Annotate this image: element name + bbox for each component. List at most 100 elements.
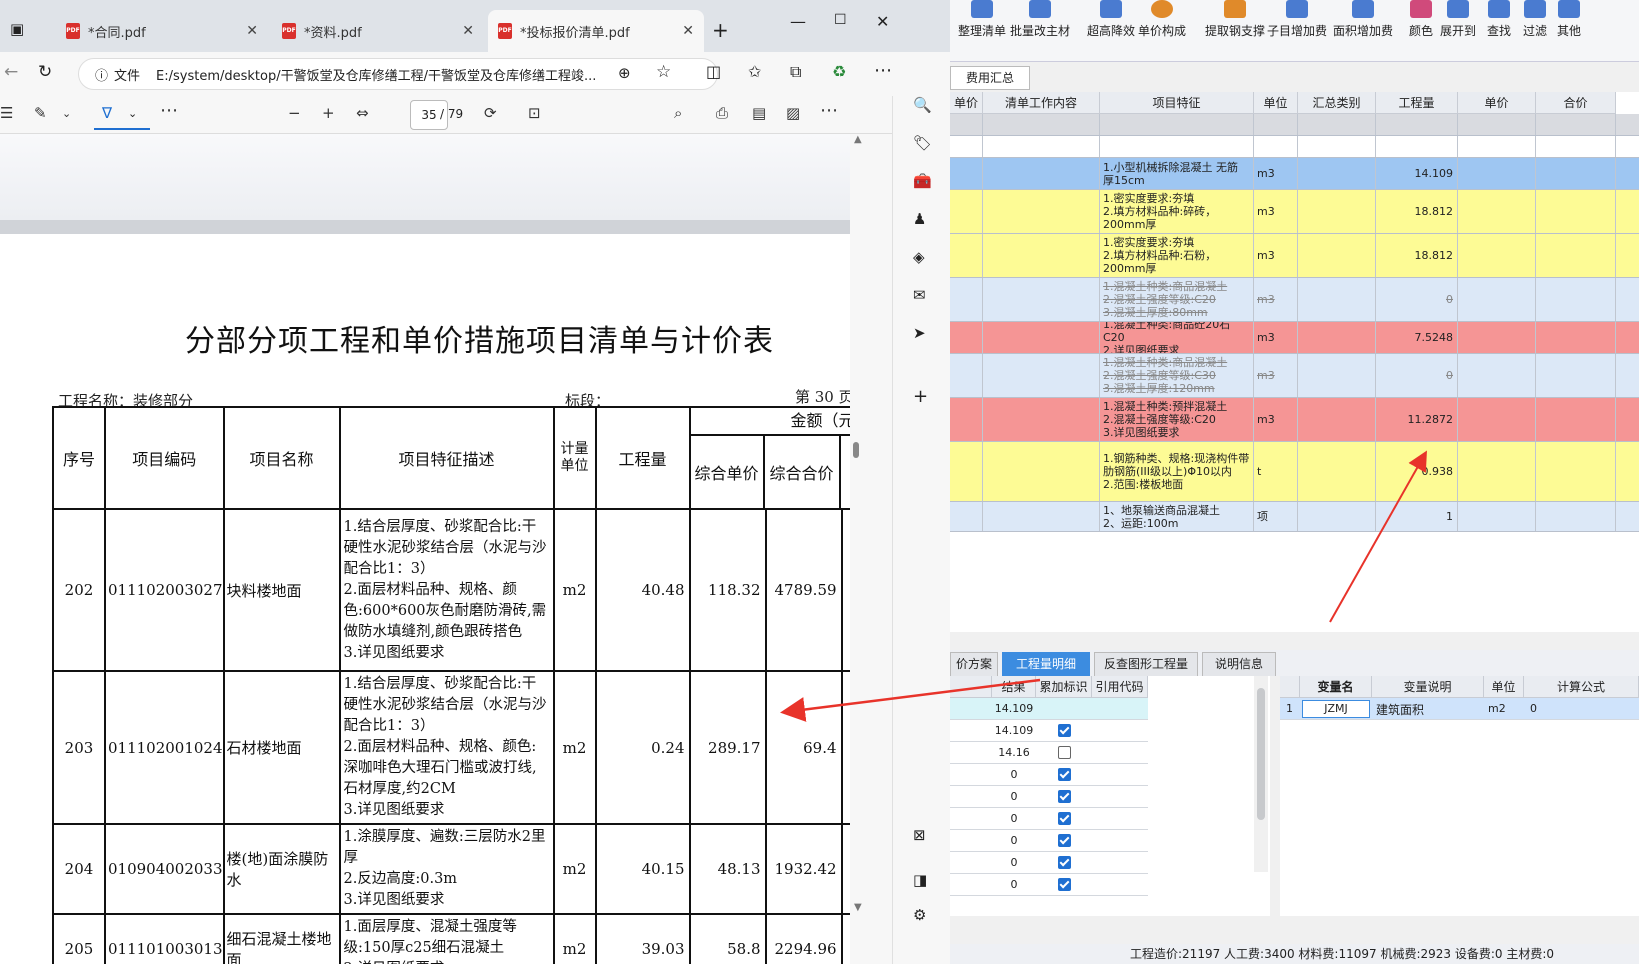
- grid-cell-qty[interactable]: 0: [1376, 354, 1458, 397]
- grid-row[interactable]: 1.密实度要求:夯填 2.填方材料品种:碎砖，200mm厚 m3 18.812: [950, 190, 1639, 234]
- favorite-star-icon[interactable]: ☆: [656, 62, 671, 82]
- refresh-icon[interactable]: ↻: [38, 62, 52, 82]
- grid-cell[interactable]: [1536, 136, 1616, 157]
- grid-cell[interactable]: [950, 502, 983, 531]
- grid-cell[interactable]: [1458, 234, 1536, 277]
- grid-cell[interactable]: [1536, 502, 1616, 531]
- grid-header[interactable]: 清单工作内容: [983, 92, 1100, 114]
- grid-cell[interactable]: [1536, 442, 1616, 501]
- grid-header[interactable]: 工程量: [1376, 92, 1458, 114]
- grid-cell[interactable]: [950, 158, 983, 189]
- grid-cell-qty[interactable]: 7.5248: [1376, 322, 1458, 353]
- print-icon[interactable]: ⎙: [716, 104, 728, 122]
- grid-header[interactable]: 项目特征: [1100, 92, 1254, 114]
- maximize-icon[interactable]: ☐: [834, 12, 847, 28]
- detail-row[interactable]: 0: [950, 808, 1148, 830]
- grid-cell[interactable]: [950, 398, 983, 441]
- grid-cell-unit[interactable]: [1254, 114, 1298, 135]
- grid-cell[interactable]: [983, 234, 1100, 277]
- scroll-up-icon[interactable]: ▲: [854, 134, 862, 145]
- grid-cell-unit[interactable]: m3: [1254, 354, 1298, 397]
- grid-cell[interactable]: [950, 354, 983, 397]
- zoom-in-icon[interactable]: +: [322, 104, 335, 122]
- new-tab-icon[interactable]: +: [712, 18, 729, 42]
- draw-tool[interactable]: ∇ ⌄: [94, 100, 150, 130]
- favorites-icon[interactable]: ✩: [748, 62, 761, 81]
- fit-width-icon[interactable]: ⇔: [356, 104, 369, 122]
- save-icon[interactable]: ▤: [752, 104, 766, 122]
- grid-cell[interactable]: [1298, 354, 1376, 397]
- grid-cell-feature[interactable]: 1、地泵输送商品混凝土 2、运距:100m: [1100, 502, 1254, 531]
- search-icon[interactable]: ⌕: [674, 104, 682, 122]
- detail-row[interactable]: 14.109: [950, 720, 1148, 742]
- more-icon[interactable]: ⋯: [820, 100, 838, 121]
- zoom-icon[interactable]: ⊕: [618, 64, 631, 82]
- tab-actions-icon[interactable]: ▣: [10, 20, 24, 38]
- grid-cell[interactable]: [983, 190, 1100, 233]
- pdf-viewer[interactable]: 分部分项工程和单价措施项目清单与计价表 工程名称：装修部分 标段： 第 30 页…: [0, 134, 892, 964]
- back-icon[interactable]: ←: [4, 62, 18, 82]
- grid-row[interactable]: [950, 136, 1639, 158]
- tab-bid-list[interactable]: PDF *投标报价清单.pdf ✕: [488, 10, 704, 52]
- grid-row[interactable]: 1.混凝土种类:商品砼20石C20 2.详见图纸要求 m3 7.5248: [950, 322, 1639, 354]
- ribbon-color[interactable]: 颜色: [1406, 0, 1436, 39]
- grid-header[interactable]: 汇总类别: [1298, 92, 1376, 114]
- tab-contract[interactable]: PDF *合同.pdf ✕: [56, 10, 268, 52]
- grid-cell[interactable]: [1298, 278, 1376, 321]
- grid-cell[interactable]: [983, 322, 1100, 353]
- grid-cell[interactable]: [950, 136, 983, 157]
- grid-cell[interactable]: [1458, 136, 1536, 157]
- add-icon[interactable]: +: [913, 386, 928, 407]
- ribbon-organize-list[interactable]: 整理清单: [956, 0, 1008, 39]
- grid-cell-unit[interactable]: m3: [1254, 398, 1298, 441]
- grid-cell-feature[interactable]: 1.密实度要求:夯填 2.填方材料品种:碎砖，200mm厚: [1100, 190, 1254, 233]
- grid-cell[interactable]: [983, 354, 1100, 397]
- tab-quantity-detail[interactable]: 工程量明细: [1002, 652, 1090, 676]
- grid-row[interactable]: 1.混凝土种类:商品混凝土 2.混凝土强度等级:C30 3.混凝土厚度:120m…: [950, 354, 1639, 398]
- grid-row[interactable]: 1.小型机械拆除混凝土 无筋 厚15cm m3 14.109: [950, 158, 1639, 190]
- grid-cell[interactable]: [1298, 234, 1376, 277]
- ribbon-price-composition[interactable]: 单价构成: [1136, 0, 1188, 39]
- detail-row[interactable]: 0: [950, 786, 1148, 808]
- grid-cell[interactable]: [1536, 354, 1616, 397]
- grid-cell-qty[interactable]: [1376, 136, 1458, 157]
- accumulate-checkbox[interactable]: [1058, 812, 1071, 825]
- detail-row[interactable]: 0: [950, 874, 1148, 896]
- more-tools-icon[interactable]: ⋯: [160, 100, 178, 121]
- grid-cell[interactable]: [950, 114, 983, 135]
- grid-cell[interactable]: [1536, 322, 1616, 353]
- page-view-icon[interactable]: ⊡: [528, 104, 541, 122]
- copilot-icon[interactable]: ◈: [913, 248, 925, 266]
- grid-header[interactable]: 合价: [1536, 92, 1616, 114]
- grid-cell[interactable]: [983, 136, 1100, 157]
- grid-cell-unit[interactable]: [1254, 136, 1298, 157]
- grid-cell[interactable]: [1458, 158, 1536, 189]
- ribbon-sub-fee[interactable]: 子目增加费: [1266, 0, 1328, 39]
- grid-cell-qty[interactable]: 18.812: [1376, 190, 1458, 233]
- grid-cell[interactable]: [983, 502, 1100, 531]
- window-close-icon[interactable]: ✕: [876, 12, 889, 31]
- rotate-icon[interactable]: ⟳: [484, 104, 497, 122]
- ribbon-height-efficiency[interactable]: 超高降效: [1086, 0, 1136, 39]
- grid-header[interactable]: 单价: [950, 92, 983, 114]
- ribbon-batch-material[interactable]: 批量改主材: [1010, 0, 1070, 39]
- split-screen-icon[interactable]: ◫: [706, 62, 721, 81]
- grid-cell[interactable]: [1458, 354, 1536, 397]
- toolbox-icon[interactable]: 🧰: [913, 172, 932, 190]
- grid-cell[interactable]: [983, 158, 1100, 189]
- settings-gear-icon[interactable]: ⚙: [913, 906, 926, 924]
- var-name[interactable]: JZMJ: [1302, 700, 1370, 718]
- grid-cell[interactable]: [950, 442, 983, 501]
- grid-cell-feature[interactable]: 1.小型机械拆除混凝土 无筋 厚15cm: [1100, 158, 1254, 189]
- search-icon[interactable]: 🔍: [913, 96, 932, 114]
- accumulate-checkbox[interactable]: [1058, 856, 1071, 869]
- grid-row[interactable]: 1.钢筋种类、规格:现浇构件带肋钢筋(III级以上)Φ10以内 2.范围:楼板地…: [950, 442, 1639, 502]
- ribbon-area-fee[interactable]: 面积增加费: [1332, 0, 1394, 39]
- grid-cell-qty[interactable]: [1376, 114, 1458, 135]
- grid-cell[interactable]: [1298, 322, 1376, 353]
- games-icon[interactable]: ♟: [913, 210, 926, 228]
- accumulate-checkbox[interactable]: [1058, 878, 1071, 891]
- grid-cell[interactable]: [1536, 190, 1616, 233]
- grid-cell-qty[interactable]: 0.938: [1376, 442, 1458, 501]
- grid-cell[interactable]: [950, 322, 983, 353]
